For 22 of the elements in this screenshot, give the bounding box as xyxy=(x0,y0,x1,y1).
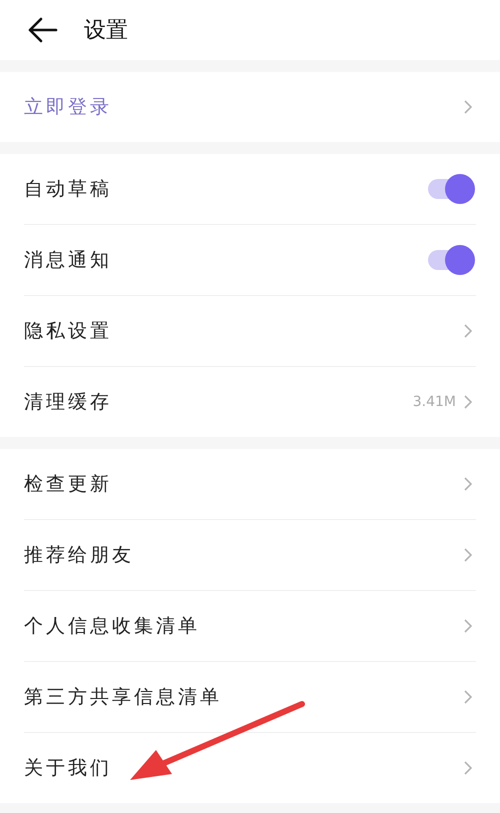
setting-label[interactable]: 检查更新 xyxy=(24,471,464,497)
setting-label[interactable]: 第三方共享信息清单 xyxy=(24,684,464,710)
chevron-icon xyxy=(464,690,472,704)
setting-label[interactable]: 推荐给朋友 xyxy=(24,542,464,568)
chevron-icon xyxy=(464,477,472,491)
chevron-icon xyxy=(464,548,472,562)
chevron-icon xyxy=(464,761,472,775)
setting-label[interactable]: 个人信息收集清单 xyxy=(24,613,464,639)
chevron-icon xyxy=(464,100,472,114)
chevron-icon xyxy=(464,395,472,409)
back-icon[interactable] xyxy=(28,17,58,43)
page-title: 设置 xyxy=(84,17,128,45)
toggle-switch[interactable] xyxy=(426,244,476,276)
setting-label[interactable]: 隐私设置 xyxy=(24,318,464,344)
chevron-icon xyxy=(464,619,472,633)
setting-label[interactable]: 清理缓存 xyxy=(24,389,413,415)
toggle-switch[interactable] xyxy=(426,173,476,205)
setting-label[interactable]: 消息通知 xyxy=(24,247,426,273)
cache-size: 3.41M xyxy=(412,394,456,410)
setting-label[interactable]: 自动草稿 xyxy=(24,176,426,202)
chevron-icon xyxy=(464,324,472,338)
setting-label[interactable]: 关于我们 xyxy=(24,755,464,781)
